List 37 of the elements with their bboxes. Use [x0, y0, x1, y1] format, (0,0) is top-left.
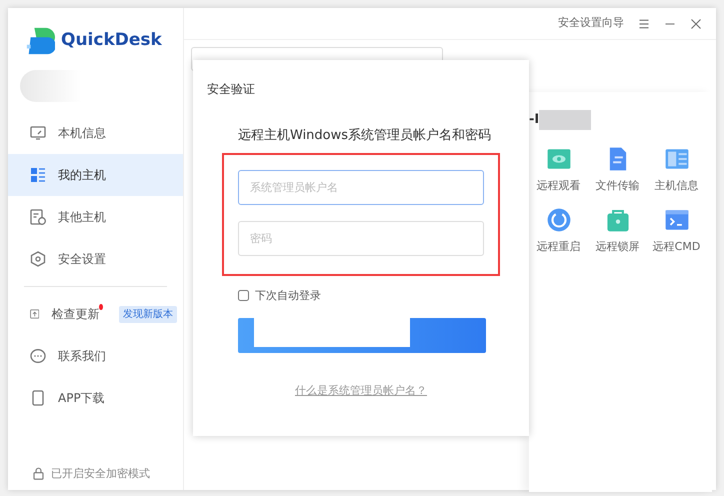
- monitor-icon: [30, 125, 46, 141]
- host-action[interactable]: 主机信息: [647, 146, 706, 194]
- input-field[interactable]: 系统管理员帐户名: [238, 170, 484, 204]
- sidebar-item[interactable]: 本机信息: [8, 112, 183, 154]
- host-action[interactable]: 远程CMD: [647, 206, 706, 255]
- host-action[interactable]: 远程观看: [529, 146, 588, 194]
- confirm-button[interactable]: [238, 318, 486, 353]
- sidebar-item[interactable]: 其他主机: [8, 196, 183, 238]
- menu-icon: [638, 18, 650, 30]
- logo-icon: [25, 26, 55, 56]
- sidebar-item[interactable]: 安全设置: [8, 238, 183, 280]
- host-action[interactable]: 远程锁屏: [588, 206, 647, 255]
- logo-text: QuickDesk: [61, 29, 162, 52]
- input-field[interactable]: 密码: [238, 220, 484, 256]
- document-clock-icon: [30, 209, 46, 225]
- restart-icon: [546, 206, 572, 232]
- close-icon: [690, 18, 702, 30]
- host-action[interactable]: 文件传输: [588, 146, 647, 194]
- guide-link[interactable]: 安全设置向导: [558, 15, 624, 32]
- hexagon-icon: [30, 251, 46, 267]
- chat-icon: [30, 348, 46, 364]
- checkbox-label: 下次自动登录: [255, 288, 321, 304]
- sidebar-item[interactable]: 我的主机: [8, 154, 183, 196]
- phone-icon: [30, 390, 46, 406]
- dialog-title: 安全验证: [206, 81, 256, 98]
- redaction-block: [539, 110, 592, 130]
- grid-list-icon: [30, 167, 46, 183]
- security-status: 已开启安全加密模式: [51, 466, 150, 482]
- sidebar-item[interactable]: 检查更新 发现新版本: [8, 293, 183, 335]
- sidebar-item[interactable]: 联系我们: [8, 335, 183, 377]
- host-name: -I: [529, 111, 540, 130]
- sidebar-item[interactable]: APP下载: [8, 377, 183, 419]
- lock-icon: [32, 467, 45, 480]
- host-action[interactable]: 远程重启: [529, 206, 588, 255]
- dialog-heading: 远程主机Windows系统管理员帐户名和密码: [238, 127, 492, 145]
- new-version-badge: 发现新版本: [119, 306, 177, 322]
- checkbox[interactable]: [238, 290, 249, 302]
